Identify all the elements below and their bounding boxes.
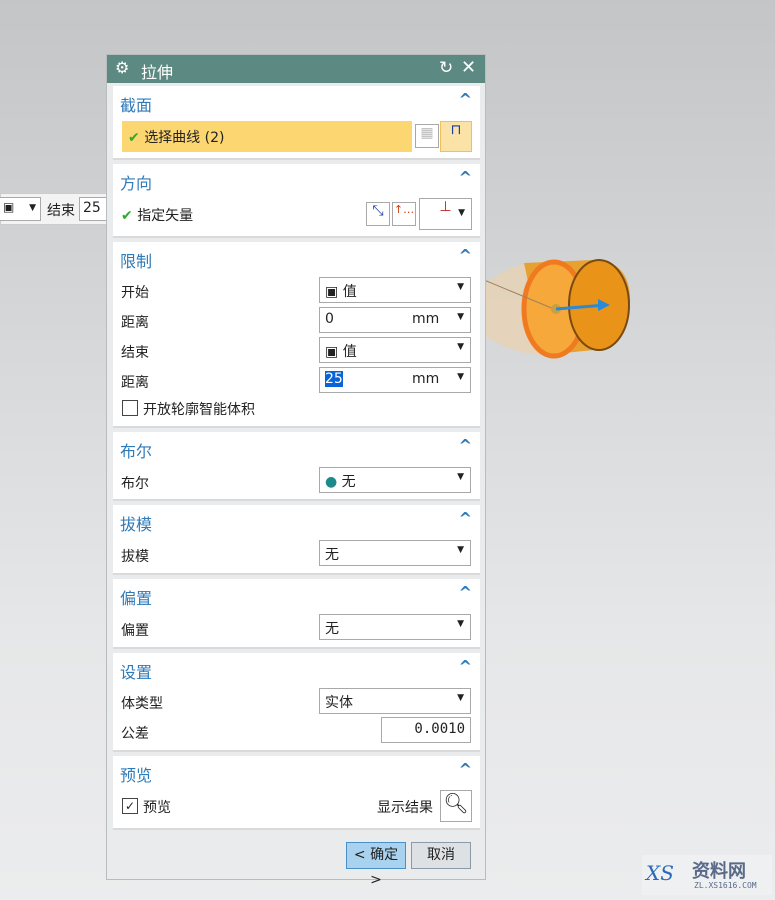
limits-group: 限制 ^ 开始 ▣ 值 ▼ 距离 0 mm ▼ 结束 ▣ 值 ▼ 距离 25 mm ▼ 开放… — [113, 242, 480, 428]
end-distance-value: 25 — [325, 371, 343, 387]
body-type-value: 实体 — [325, 695, 353, 711]
start-distance-input[interactable]: 0 mm ▼ — [319, 307, 471, 333]
collapse-icon[interactable]: ^ — [459, 583, 472, 602]
offset-dropdown[interactable]: 无 ▼ — [319, 614, 471, 640]
preview-group: 预览 ^ ✓ 预览 显示结果 🔍︎ — [113, 756, 480, 830]
boolean-dropdown[interactable]: ● 无 ▼ — [319, 467, 471, 493]
boolean-group: 布尔 ^ 布尔 ● 无 ▼ — [113, 432, 480, 501]
show-result-button[interactable]: 🔍︎ — [440, 790, 472, 822]
offset-title: 偏置 — [120, 589, 153, 608]
unit-label: mm — [412, 311, 440, 327]
end-value: 值 — [342, 344, 357, 360]
check-icon: ✔ — [128, 130, 140, 146]
collapse-icon[interactable]: ^ — [459, 760, 472, 779]
start-distance-value: 0 — [325, 311, 334, 327]
preview-checkbox[interactable]: ✓ — [122, 798, 138, 814]
specify-vector-text: 指定矢量 — [137, 208, 194, 224]
preview-label: 预览 — [143, 800, 171, 816]
limits-title: 限制 — [120, 252, 153, 271]
toolbar-fragment: ▣ ▼ 结束 25 — [0, 193, 109, 225]
collapse-icon[interactable]: ^ — [459, 436, 472, 455]
end-distance-label: 距离 — [121, 375, 149, 391]
gear-icon: ⚙ — [115, 58, 130, 77]
draft-value: 无 — [325, 547, 339, 563]
preview-title: 预览 — [120, 766, 153, 785]
close-icon[interactable]: ✕ — [461, 57, 476, 78]
settings-group: 设置 ^ 体类型 实体 ▼ 公差 0.0010 — [113, 653, 480, 752]
boolean-label: 布尔 — [121, 476, 149, 492]
draft-dropdown[interactable]: 无 ▼ — [319, 540, 471, 566]
specify-vector-label: ✔ 指定矢量 — [121, 205, 193, 225]
cube-icon: ▣ — [3, 200, 15, 214]
watermark-url: ZL.XS1616.COM — [694, 881, 757, 890]
dialog-title-bar[interactable]: ⚙ 拉伸 ↻ ✕ — [107, 55, 485, 83]
open-profile-checkbox[interactable] — [122, 400, 138, 416]
dropdown-arrow-icon: ▼ — [29, 203, 36, 213]
cube-icon: ▣ — [325, 344, 339, 360]
start-label: 开始 — [121, 285, 149, 301]
collapse-icon[interactable]: ^ — [459, 246, 472, 265]
select-curve-label: 选择曲线 (2) — [144, 130, 225, 146]
section-title: 截面 — [120, 96, 153, 115]
cancel-button[interactable]: 取消 — [411, 842, 471, 869]
start-distance-label: 距离 — [121, 315, 149, 331]
end-distance-input[interactable]: 25 mm ▼ — [319, 367, 471, 393]
magnifier-icon: 🔍︎ — [443, 791, 469, 815]
draft-title: 拔模 — [120, 515, 153, 534]
settings-title: 设置 — [120, 663, 153, 682]
end-dropdown[interactable]: ▣ 值 ▼ — [319, 337, 471, 363]
vector-type-dropdown[interactable]: ⊥ ▼ — [419, 198, 472, 230]
direction-group: 方向 ^ ✔ 指定矢量 ⤡ ↑… ⊥ ▼ — [113, 164, 480, 238]
check-icon: ✔ — [121, 208, 133, 224]
type-dropdown[interactable]: ▣ ▼ — [0, 197, 41, 221]
tolerance-label: 公差 — [121, 726, 149, 742]
extrude-preview-model — [484, 259, 631, 359]
offset-value: 无 — [325, 621, 339, 637]
collapse-icon[interactable]: ^ — [459, 509, 472, 528]
ok-button[interactable]: < 确定 > — [346, 842, 406, 888]
end-label: 结束 — [121, 345, 149, 361]
collapse-icon[interactable]: ^ — [459, 168, 472, 187]
sketch-section-button[interactable]: ▦ — [415, 124, 439, 148]
collapse-icon[interactable]: ^ — [459, 657, 472, 676]
end-input[interactable]: 25 — [79, 197, 109, 221]
start-value: 值 — [342, 284, 357, 300]
offset-group: 偏置 ^ 偏置 无 ▼ — [113, 579, 480, 649]
start-dropdown[interactable]: ▣ 值 ▼ — [319, 277, 471, 303]
show-result-label: 显示结果 — [377, 800, 433, 816]
draft-label: 拔模 — [121, 549, 149, 565]
body-type-dropdown[interactable]: 实体 ▼ — [319, 688, 471, 714]
vector-dialog-button[interactable]: ↑… — [392, 202, 416, 226]
dialog-title: 拉伸 — [141, 63, 174, 82]
curve-button[interactable]: ⊓ — [440, 121, 472, 152]
unit-label: mm — [412, 371, 440, 387]
end-label: 结束 — [47, 203, 75, 219]
collapse-icon[interactable]: ^ — [459, 90, 472, 109]
watermark-text: 资料网 — [692, 861, 746, 882]
select-curve-row[interactable]: ✔ 选择曲线 (2) — [122, 121, 412, 152]
body-type-label: 体类型 — [121, 696, 163, 712]
watermark-logo: XS 资料网 ZL.XS1616.COM — [642, 855, 772, 895]
reset-icon[interactable]: ↻ — [439, 58, 453, 78]
extrude-dialog: ⚙ 拉伸 ↻ ✕ 截面 ^ ✔ 选择曲线 (2) ▦ ⊓ 方向 ^ ✔ 指定矢量… — [106, 54, 486, 888]
reverse-direction-button[interactable]: ⤡ — [366, 202, 390, 226]
direction-title: 方向 — [120, 174, 153, 193]
section-group: 截面 ^ ✔ 选择曲线 (2) ▦ ⊓ — [113, 86, 480, 160]
open-profile-label: 开放轮廓智能体积 — [143, 402, 255, 418]
cube-icon: ▣ — [325, 284, 339, 300]
offset-label: 偏置 — [121, 623, 149, 639]
tolerance-input[interactable]: 0.0010 — [381, 717, 471, 743]
draft-group: 拔模 ^ 拔模 无 ▼ — [113, 505, 480, 575]
boolean-value: 无 — [341, 474, 356, 490]
boolean-none-icon: ● — [325, 474, 338, 490]
boolean-title: 布尔 — [120, 442, 153, 461]
